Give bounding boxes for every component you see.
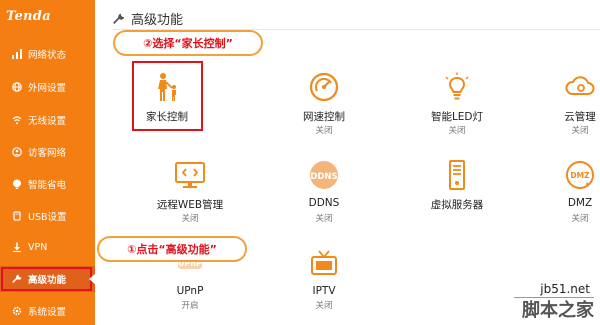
led-light-icon <box>441 71 473 103</box>
tile-label: 智能LED灯 <box>430 111 484 123</box>
tile-label: DMZ <box>567 197 593 209</box>
gear-icon <box>11 305 23 317</box>
tile-status: 关闭 <box>315 214 333 224</box>
wrench-icon <box>113 13 125 25</box>
sidebar-item-label: 系统设置 <box>28 307 67 318</box>
tile-label: DDNS <box>308 197 340 209</box>
callout-step1: ①点击“高级功能” <box>97 236 247 262</box>
cloud-manage-icon <box>564 71 596 103</box>
sidebar-item-label: VPN <box>28 241 48 253</box>
tile-speed-control[interactable]: 网速控制 关闭 <box>269 71 379 141</box>
wifi-icon <box>11 114 23 126</box>
speed-control-icon <box>308 71 340 103</box>
tile-status: 关闭 <box>571 126 589 136</box>
tile-parental-control[interactable]: 家长控制 <box>132 61 245 141</box>
sidebar-item-label: 访客网络 <box>28 148 67 159</box>
tile-smart-led[interactable]: 智能LED灯 关闭 <box>402 71 512 141</box>
sidebar-item-power-saving[interactable]: 智能省电 <box>0 171 95 197</box>
tile-label: UPnP <box>176 285 204 297</box>
tile-iptv[interactable]: IPTV 关闭 <box>269 248 379 318</box>
tile-status: 关闭 <box>315 301 333 311</box>
tile-status: 开启 <box>181 301 199 311</box>
sidebar-item-usb-settings[interactable]: USB设置 <box>0 203 95 229</box>
dmz-icon: DMZ <box>564 159 596 191</box>
page-title: 高级功能 <box>131 13 184 28</box>
tile-ddns[interactable]: DDNS DDNS 关闭 <box>269 159 379 229</box>
tile-label: IPTV <box>312 285 336 297</box>
sidebar-item-system-settings[interactable]: 系统设置 <box>0 298 95 324</box>
power-save-icon <box>11 178 23 190</box>
svg-text:DDNS: DDNS <box>310 172 337 182</box>
tile-label: 网速控制 <box>303 111 345 123</box>
tile-dmz[interactable]: DMZ DMZ 关闭 <box>525 159 600 229</box>
sidebar-item-label: USB设置 <box>28 212 67 223</box>
tile-remote-web[interactable]: 远程WEB管理 关闭 <box>135 159 245 229</box>
brand-logo: Tenda <box>6 9 51 24</box>
remote-web-icon <box>174 159 206 191</box>
callout-step2: ②选择“家长控制” <box>113 30 263 56</box>
tile-label: 家长控制 <box>146 111 188 123</box>
tile-cloud-manage[interactable]: 云管理 关闭 <box>525 71 600 141</box>
chart-icon <box>11 48 23 60</box>
iptv-icon <box>308 248 340 280</box>
tile-label: 虚拟服务器 <box>430 199 484 211</box>
highlight-box <box>1 267 92 291</box>
tile-label: 云管理 <box>564 111 596 123</box>
vpn-icon <box>11 241 23 253</box>
sidebar-item-guest-network[interactable]: 访客网络 <box>0 139 95 165</box>
sidebar-item-wan-settings[interactable]: 外网设置 <box>0 74 95 100</box>
tile-status: 关闭 <box>448 126 466 136</box>
sidebar-item-label: 无线设置 <box>28 116 67 127</box>
watermark-name: 脚本之家 <box>522 300 594 321</box>
ddns-icon: DDNS <box>308 159 340 191</box>
sidebar-item-wireless-settings[interactable]: 无线设置 <box>0 107 95 133</box>
sidebar-item-label: 智能省电 <box>28 180 67 191</box>
virtual-server-icon <box>441 159 473 191</box>
page-title-row: 高级功能 <box>113 9 183 28</box>
tile-status: 关闭 <box>571 214 589 224</box>
sidebar-item-network-status[interactable]: 网络状态 <box>0 41 95 67</box>
sidebar-item-label: 网络状态 <box>28 50 67 61</box>
tile-status: 关闭 <box>181 214 199 224</box>
sidebar: Tenda 网络状态 外网设置 无线设置 访客网络 智能省电 USB设置 VPN… <box>0 0 95 325</box>
parental-control-icon <box>135 71 199 103</box>
svg-text:DMZ: DMZ <box>570 171 590 180</box>
tile-virtual-server[interactable]: 虚拟服务器 <box>402 159 512 229</box>
globe-icon <box>11 81 23 93</box>
watermark-site: jb51.net <box>540 282 590 296</box>
sidebar-item-label: 外网设置 <box>28 83 67 94</box>
guest-icon <box>11 146 23 158</box>
tile-status: 关闭 <box>315 126 333 136</box>
sidebar-item-advanced[interactable]: 高级功能 <box>0 266 95 292</box>
tile-label: 远程WEB管理 <box>156 199 224 211</box>
sidebar-item-vpn[interactable]: VPN <box>0 234 95 260</box>
usb-icon <box>11 210 23 222</box>
